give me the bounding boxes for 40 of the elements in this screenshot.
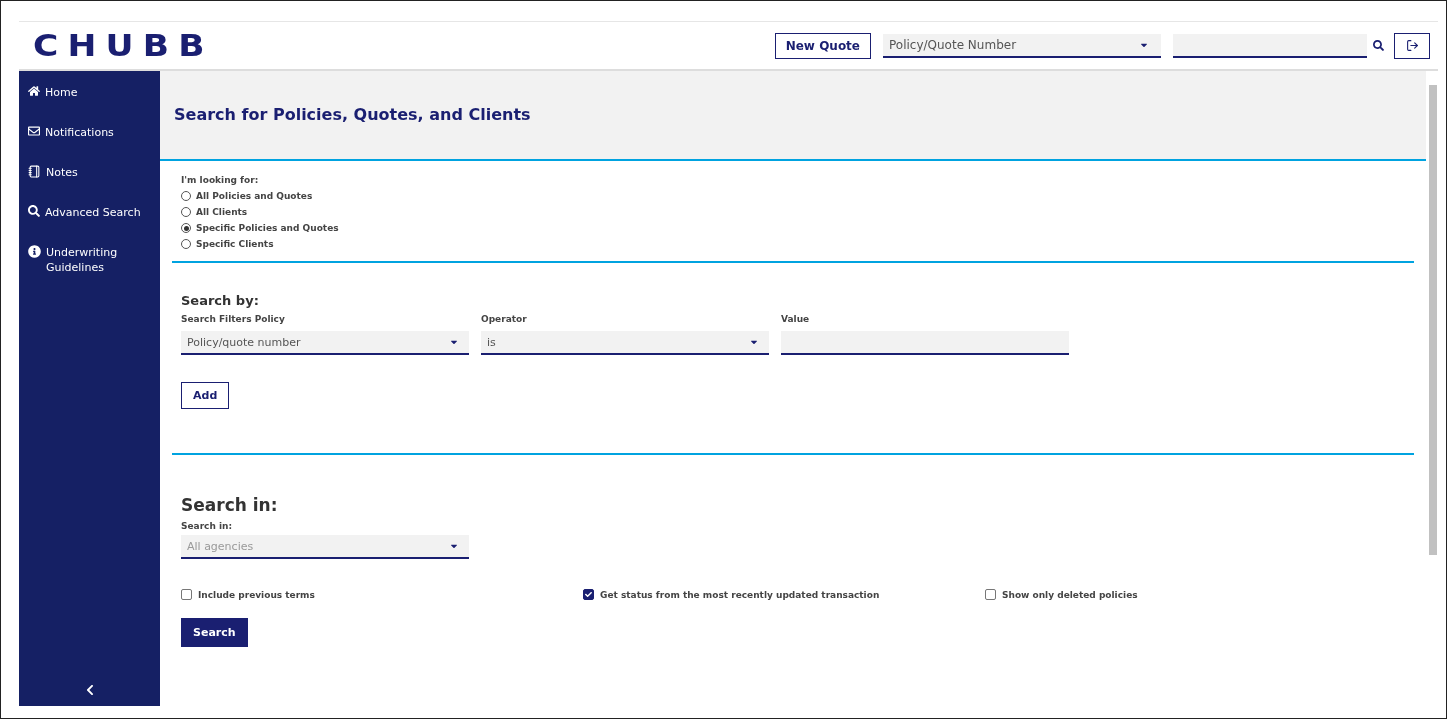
- radio-option[interactable]: All Clients: [181, 207, 1402, 217]
- logout-icon: [1405, 39, 1419, 52]
- search-icon[interactable]: [1373, 40, 1384, 51]
- sidebar-item[interactable]: Notes: [28, 165, 152, 180]
- checkbox-option[interactable]: Include previous terms: [181, 589, 583, 600]
- mail-icon: [28, 125, 40, 137]
- chevron-left-icon[interactable]: [84, 684, 96, 696]
- new-quote-button[interactable]: New Quote: [774, 32, 871, 59]
- info-icon: [28, 245, 41, 258]
- field-label: Search in:: [181, 521, 234, 531]
- filter-dropdown[interactable]: is: [481, 331, 769, 355]
- search-type-dropdown[interactable]: Policy/Quote Number: [883, 33, 1161, 58]
- section-heading: Search by:: [181, 293, 260, 308]
- check-icon: [585, 591, 592, 598]
- home-icon: [28, 85, 40, 97]
- checkbox-option[interactable]: Show only deleted policies: [985, 589, 1285, 600]
- logout-button[interactable]: [1394, 32, 1430, 59]
- filter-dropdown[interactable]: Policy/quote number: [181, 331, 469, 355]
- field-label: Search Filters Policy: [181, 314, 286, 324]
- scrollbar-thumb[interactable]: [1429, 85, 1437, 555]
- page-title: Search for Policies, Quotes, and Clients: [174, 105, 532, 124]
- notebook-icon: [28, 165, 41, 178]
- looking-for-label: I'm looking for:: [181, 175, 260, 185]
- sidebar-item[interactable]: Advanced Search: [28, 205, 152, 220]
- sidebar-item[interactable]: Home: [28, 85, 152, 100]
- value-field[interactable]: [781, 331, 1069, 355]
- search-icon: [28, 205, 40, 217]
- sidebar-item[interactable]: Underwriting Guidelines: [28, 245, 152, 275]
- radio-option[interactable]: All Policies and Quotes: [181, 191, 1402, 201]
- search-field[interactable]: [1173, 33, 1367, 58]
- section-heading: Search in:: [181, 495, 279, 515]
- radio-option[interactable]: Specific Clients: [181, 239, 1402, 249]
- chubb-logo: CHUBB: [33, 28, 214, 63]
- checkbox-option[interactable]: Get status from the most recently updated transaction: [583, 589, 985, 600]
- radio-option[interactable]: Specific Policies and Quotes: [181, 223, 1402, 233]
- field-label: Value: [781, 314, 811, 324]
- add-button[interactable]: Add: [181, 382, 230, 409]
- sidebar-item[interactable]: Notifications: [28, 125, 152, 140]
- search-button[interactable]: Search: [181, 618, 248, 647]
- field-label: Operator: [481, 314, 528, 324]
